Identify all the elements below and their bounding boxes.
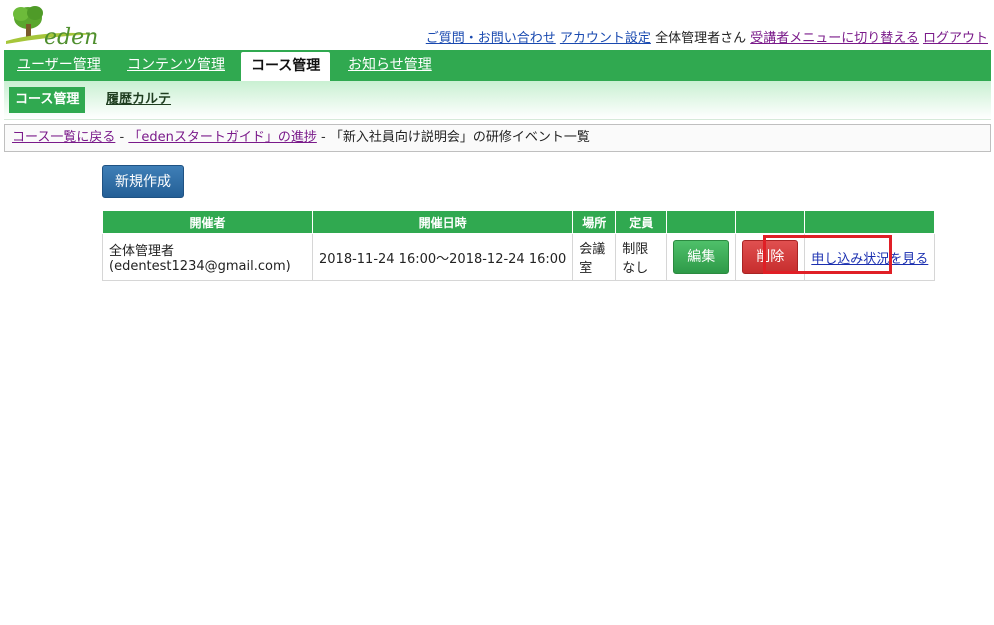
new-event-button[interactable]: 新規作成	[102, 165, 184, 198]
table-row: 全体管理者 (edentest1234@gmail.com) 2018-11-2…	[102, 233, 936, 281]
col-organizer: 開催者	[102, 210, 313, 234]
edit-button[interactable]: 編集	[673, 240, 730, 274]
table-header-row: 開催者 開催日時 場所 定員	[102, 210, 936, 234]
col-place: 場所	[572, 210, 617, 234]
current-user-label: 全体管理者さん	[655, 31, 747, 46]
capacity-cell: 制限なし	[615, 233, 668, 281]
tab-user-management[interactable]: ユーザー管理	[17, 50, 101, 81]
breadcrumb-course-list[interactable]: コース一覧に戻る	[12, 130, 115, 145]
breadcrumb-separator: -	[320, 130, 326, 145]
logout-link[interactable]: ログアウト	[923, 31, 988, 46]
organizer-email: (edentest1234@gmail.com)	[109, 259, 291, 274]
events-table: 開催者 開催日時 場所 定員 全体管理者 (edentest1234@gmail…	[102, 210, 936, 281]
header: eden ご質問・お問い合わせ アカウント設定 全体管理者さん 受講者メニューに…	[0, 0, 994, 48]
breadcrumb-current: 「新入社員向け説明会」の研修イベント一覧	[329, 130, 590, 145]
col-status	[804, 210, 936, 234]
account-settings-link[interactable]: アカウント設定	[560, 31, 651, 46]
sub-nav: コース管理 履歴カルテ	[4, 81, 991, 120]
organizer-name: 全体管理者	[109, 244, 175, 259]
breadcrumb: コース一覧に戻る - 「edenスタートガイド」の進捗 - 「新入社員向け説明会…	[4, 124, 991, 152]
main-nav: ユーザー管理 コンテンツ管理 コース管理 お知らせ管理	[4, 50, 991, 81]
contact-link[interactable]: ご質問・お問い合わせ	[426, 31, 556, 46]
tab-course-management[interactable]: コース管理	[241, 52, 331, 81]
status-cell: 申し込み状況を見る	[804, 233, 936, 281]
edit-cell: 編集	[666, 233, 737, 281]
col-datetime: 開催日時	[311, 210, 574, 234]
delete-cell: 削除	[735, 233, 806, 281]
svg-text:eden: eden	[44, 25, 98, 46]
col-capacity: 定員	[615, 210, 668, 234]
col-edit	[666, 210, 737, 234]
delete-button[interactable]: 削除	[742, 240, 799, 274]
tab-notice-management[interactable]: お知らせ管理	[348, 50, 432, 81]
col-delete	[735, 210, 806, 234]
top-links: ご質問・お問い合わせ アカウント設定 全体管理者さん 受講者メニューに切り替える…	[426, 27, 988, 46]
subtab-history-record[interactable]: 履歴カルテ	[106, 87, 171, 113]
datetime-cell: 2018-11-24 16:00〜2018-12-24 16:00	[311, 233, 574, 281]
tab-content-management[interactable]: コンテンツ管理	[127, 50, 225, 81]
view-application-status-link[interactable]: 申し込み状況を見る	[811, 252, 928, 267]
switch-to-learner-menu-link[interactable]: 受講者メニューに切り替える	[750, 31, 919, 46]
eden-logo: eden	[6, 6, 98, 46]
subtab-course-management[interactable]: コース管理	[9, 87, 86, 113]
breadcrumb-course-progress[interactable]: 「edenスタートガイド」の進捗	[128, 130, 317, 145]
organizer-cell: 全体管理者 (edentest1234@gmail.com)	[102, 233, 313, 281]
breadcrumb-separator: -	[119, 130, 125, 145]
place-cell: 会議室	[572, 233, 617, 281]
